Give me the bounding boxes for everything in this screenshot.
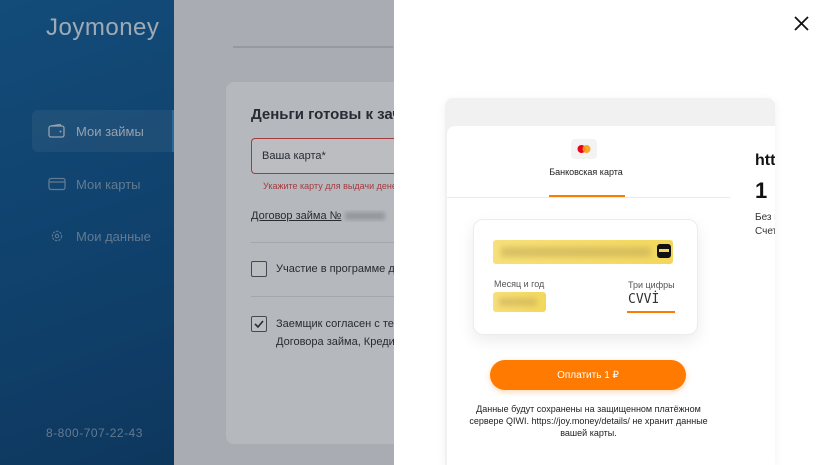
order-summary: htt 1 Без к Счет [730, 126, 775, 465]
expiry-input[interactable] [493, 292, 546, 312]
pay-button[interactable]: Оплатить 1 ₽ [490, 360, 686, 390]
card-type-icon [657, 244, 671, 258]
tab-divider [447, 197, 730, 198]
cvv-input[interactable]: CVVİ [628, 292, 659, 307]
summary-line: Счет [755, 226, 775, 237]
close-icon[interactable] [792, 14, 812, 34]
merchant-url: htt [755, 152, 775, 169]
summary-line: Без к [755, 212, 775, 223]
cvv-focus-underline [627, 311, 675, 313]
order-amount: 1 [755, 178, 768, 203]
tab-bank-card[interactable]: Банковская карта [548, 166, 624, 178]
security-disclaimer: Данные будут сохранены на защищенном пла… [469, 404, 708, 438]
expiry-value [499, 298, 537, 306]
card-number-value [501, 247, 651, 257]
cvv-label: Три цифры [628, 280, 675, 290]
card-number-input[interactable] [493, 240, 673, 264]
card-form [473, 219, 698, 335]
mastercard-icon [571, 139, 597, 159]
modal-overlay[interactable] [0, 0, 394, 465]
expiry-label: Месяц и год [494, 279, 545, 289]
